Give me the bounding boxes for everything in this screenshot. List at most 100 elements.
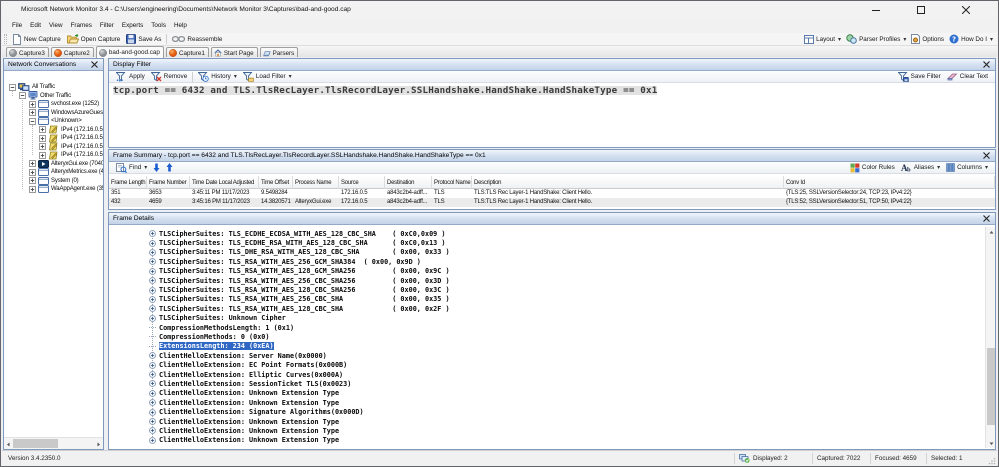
tree-item[interactable]: <Unknown> bbox=[4, 117, 103, 126]
columns-button[interactable]: Columns ▾ bbox=[943, 162, 991, 174]
vscroll-thumb[interactable] bbox=[987, 348, 995, 425]
frame-detail-row[interactable]: TLSCipherSuites: TLS_RSA_WITH_AES_128_CB… bbox=[109, 285, 984, 294]
minimize-button[interactable] bbox=[853, 1, 898, 18]
expand-icon[interactable] bbox=[29, 109, 36, 117]
expand-icon[interactable] bbox=[149, 230, 156, 238]
find-next-button[interactable] bbox=[150, 162, 163, 174]
frame-detail-row[interactable]: ClientHelloExtension: Elliptic Curves(0x… bbox=[109, 370, 984, 379]
open-capture-button[interactable]: Open Capture bbox=[64, 33, 124, 45]
save-filter-button[interactable]: Save Filter bbox=[895, 71, 944, 83]
expand-icon[interactable] bbox=[29, 160, 36, 168]
column-header-conv-id[interactable]: Conv Id bbox=[784, 176, 995, 189]
frame-summary-row[interactable]: 432 4659 3:45:16 PM 11/17/2023 14.3820571 Al… bbox=[109, 198, 995, 207]
scroll-right-icon[interactable] bbox=[94, 439, 103, 449]
expand-icon[interactable] bbox=[149, 296, 156, 303]
clear-text-button[interactable]: Clear Text bbox=[944, 71, 991, 83]
expand-icon[interactable] bbox=[149, 389, 156, 397]
options-button[interactable]: Options bbox=[910, 33, 945, 45]
conversation-tree-hscrollbar[interactable] bbox=[4, 437, 103, 449]
tree-item[interactable]: WaAppAgent.exe (35 bbox=[4, 185, 103, 194]
tree-item[interactable]: IPv4 (172.16.0.5 - bbox=[4, 142, 103, 152]
frame-detail-row[interactable]: TLSCipherSuites: TLS_RSA_WITH_AES_256_CB… bbox=[109, 276, 984, 285]
maximize-button[interactable] bbox=[898, 1, 943, 18]
close-button[interactable] bbox=[943, 1, 988, 18]
frame-detail-row[interactable]: ClientHelloExtension: Unknown Extension … bbox=[109, 389, 984, 398]
menu-view[interactable]: View bbox=[45, 22, 67, 29]
expand-icon[interactable] bbox=[29, 177, 36, 185]
close-panel-icon[interactable] bbox=[982, 60, 991, 69]
frame-detail-row[interactable]: TLSCipherSuites: TLS_RSA_WITH_AES_256_CB… bbox=[109, 295, 984, 304]
remove-filter-button[interactable]: Remove bbox=[148, 71, 190, 83]
frame-detail-row[interactable]: ClientHelloExtension: Unknown Extension … bbox=[109, 398, 984, 407]
expand-icon[interactable] bbox=[149, 436, 156, 444]
frame-detail-row[interactable]: TLSCipherSuites: TLS_RSA_WITH_AES_256_GC… bbox=[109, 257, 984, 266]
resize-grip[interactable] bbox=[988, 451, 997, 465]
frame-detail-row[interactable]: TLSCipherSuites: TLS_RSA_WITH_AES_128_GC… bbox=[109, 267, 984, 276]
column-header-frame-number[interactable]: Frame Number bbox=[147, 176, 190, 189]
expand-icon[interactable] bbox=[149, 239, 156, 247]
aliases-button[interactable]: Ab Aliases ▾ bbox=[898, 162, 943, 174]
column-header-source[interactable]: Source bbox=[339, 176, 385, 189]
find-prev-button[interactable] bbox=[163, 162, 176, 174]
expand-icon[interactable] bbox=[39, 143, 46, 151]
tree-item[interactable]: IPv4 (172.16.0.5 - bbox=[4, 134, 103, 143]
menu-frames[interactable]: Frames bbox=[67, 22, 96, 29]
filter-expression[interactable]: tcp.port == 6432 and TLS.TlsRecLayer.Tls… bbox=[113, 86, 658, 95]
column-header-description[interactable]: Description bbox=[472, 176, 784, 189]
frame-detail-row[interactable]: TLSCipherSuites: Unknown Cipher bbox=[109, 314, 984, 323]
menu-edit[interactable]: Edit bbox=[26, 22, 45, 29]
find-button[interactable]: Find ▾ bbox=[113, 162, 150, 174]
collapse-icon[interactable] bbox=[29, 117, 36, 125]
close-panel-icon[interactable] bbox=[982, 151, 991, 160]
expand-icon[interactable] bbox=[149, 408, 156, 416]
expand-icon[interactable] bbox=[149, 352, 156, 360]
apply-filter-button[interactable]: Apply bbox=[113, 71, 148, 83]
column-header-protocol-name[interactable]: Protocol Name bbox=[432, 176, 472, 189]
scroll-up-icon[interactable] bbox=[986, 227, 996, 237]
frame-detail-row[interactable]: ClientHelloExtension: SessionTicket TLS(… bbox=[109, 379, 984, 388]
scroll-down-icon[interactable] bbox=[986, 438, 996, 448]
expand-icon[interactable] bbox=[29, 168, 36, 176]
tree-item[interactable]: All Traffic bbox=[4, 83, 103, 92]
frame-details-vscrollbar[interactable] bbox=[985, 227, 995, 448]
expand-icon[interactable] bbox=[149, 371, 156, 378]
menu-help[interactable]: Help bbox=[170, 22, 191, 29]
frame-detail-row[interactable]: TLSCipherSuites: TLS_DHE_RSA_WITH_AES_12… bbox=[109, 248, 984, 257]
menu-filter[interactable]: Filter bbox=[96, 22, 118, 29]
frame-detail-row[interactable]: TLSCipherSuites: TLS_ECDHE_ECDSA_WITH_AE… bbox=[109, 229, 984, 238]
column-header-frame-length[interactable]: Frame Length bbox=[109, 176, 147, 189]
frame-detail-row[interactable]: ClientHelloExtension: Unknown Extension … bbox=[109, 436, 984, 445]
tree-item[interactable]: System (0) bbox=[4, 176, 103, 186]
reassemble-button[interactable]: Reassemble bbox=[169, 33, 225, 45]
load-filter-button[interactable]: Load Filter ▾ bbox=[240, 71, 295, 83]
expand-icon[interactable] bbox=[29, 100, 36, 108]
tree-item[interactable]: svchost.exe (1252) bbox=[4, 100, 103, 109]
column-header-time-offset[interactable]: Time Offset bbox=[259, 176, 293, 189]
menu-tools[interactable]: Tools bbox=[147, 22, 170, 29]
expand-icon[interactable] bbox=[29, 185, 36, 193]
column-header-process-name[interactable]: Process Name bbox=[293, 176, 339, 189]
tree-item[interactable]: IPv4 (172.16.0.5 - bbox=[4, 151, 103, 160]
frame-detail-row[interactable]: TLSCipherSuites: TLS_RSA_WITH_AES_128_CB… bbox=[109, 304, 984, 313]
frame-detail-row[interactable]: TLSCipherSuites: TLS_ECDHE_RSA_WITH_AES_… bbox=[109, 238, 984, 247]
frame-detail-row[interactable]: ClientHelloExtension: Signature Algorith… bbox=[109, 407, 984, 416]
expand-icon[interactable] bbox=[149, 399, 156, 407]
frame-detail-row[interactable]: ClientHelloExtension: Unknown Extension … bbox=[109, 426, 984, 435]
menu-experts[interactable]: Experts bbox=[118, 22, 147, 29]
expand-icon[interactable] bbox=[149, 380, 156, 388]
tree-item[interactable]: AlteryxGui.exe (7040) bbox=[4, 159, 103, 169]
hscroll-thumb[interactable] bbox=[13, 439, 58, 448]
layout-button[interactable]: Layout ▾ bbox=[803, 33, 842, 45]
expand-icon[interactable] bbox=[149, 267, 156, 275]
tree-item[interactable]: IPv4 (172.16.0.5 - bbox=[4, 125, 103, 135]
expand-icon[interactable] bbox=[39, 151, 46, 159]
tree-item[interactable]: AlteryxMetrics.exe (45 bbox=[4, 168, 103, 177]
tree-item[interactable]: Other Traffic bbox=[4, 91, 103, 101]
collapse-icon[interactable] bbox=[19, 92, 26, 100]
frame-detail-row[interactable]: CompressionMethodsLength: 1 (0x1) bbox=[109, 323, 984, 332]
parser-profiles-button[interactable]: Parser Profiles ▾ bbox=[845, 33, 907, 45]
save-as-button[interactable]: Save As bbox=[123, 33, 164, 45]
color-rules-button[interactable]: Color Rules bbox=[847, 162, 898, 174]
tab-bad-and-good-cap[interactable]: bad-and-good.cap bbox=[95, 46, 164, 58]
frame-summary-row[interactable]: 351 3653 3:45:11 PM 11/17/2023 9.5498284 172… bbox=[109, 189, 995, 198]
